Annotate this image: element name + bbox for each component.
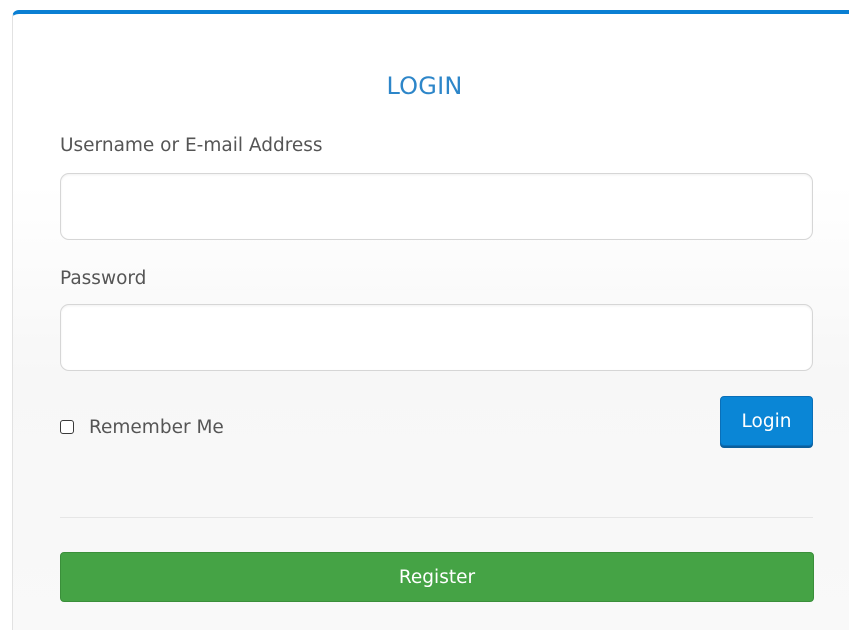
username-input[interactable]: [60, 173, 813, 240]
login-title: LOGIN: [386, 72, 463, 100]
register-button[interactable]: Register: [60, 552, 814, 602]
remember-me-label[interactable]: Remember Me: [89, 417, 224, 438]
remember-me-checkbox[interactable]: [60, 420, 74, 434]
username-label: Username or E-mail Address: [60, 135, 323, 156]
password-label: Password: [60, 268, 147, 289]
remember-me[interactable]: Remember Me: [60, 414, 224, 440]
password-input[interactable]: [60, 304, 813, 371]
divider: [60, 517, 813, 518]
login-button[interactable]: Login: [720, 396, 813, 446]
